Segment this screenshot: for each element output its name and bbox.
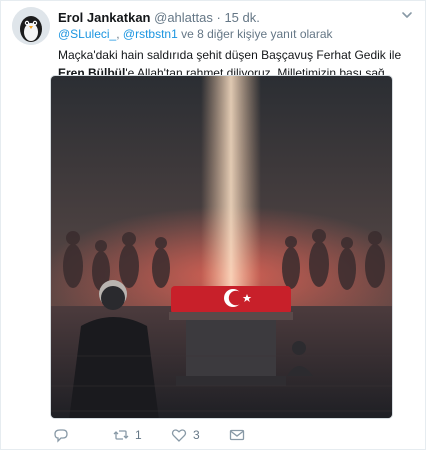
retweet-count: 1	[135, 428, 142, 442]
reply-user-link[interactable]: @SLuleci_	[58, 27, 116, 41]
reply-user-link-2[interactable]: @rstbstn1	[123, 27, 178, 41]
direct-message-icon	[229, 429, 245, 441]
reply-suffix: ve 8 diğer kişiye yanıt olarak	[181, 27, 333, 41]
author-name[interactable]: Erol Jankatkan	[58, 10, 151, 25]
reply-button[interactable]	[53, 425, 69, 445]
chevron-down-icon[interactable]	[400, 8, 414, 22]
tweet-text-part-1: Maçka'daki hain saldırıda şehit düşen Ba…	[58, 48, 402, 62]
direct-message-button[interactable]	[229, 425, 245, 445]
avatar[interactable]	[12, 7, 50, 45]
retweet-icon	[113, 430, 129, 440]
memorial-illustration	[51, 76, 392, 418]
tweet-actions: 1 3	[53, 425, 353, 445]
reply-context: @SLuleci_, @rstbstn1 ve 8 diğer kişiye y…	[58, 27, 333, 41]
header-separator: ·	[216, 10, 221, 25]
retweet-button[interactable]: 1	[113, 425, 142, 445]
tweet-header: Erol Jankatkan @ahlattas · 15 dk.	[58, 10, 260, 25]
tweet-card: Erol Jankatkan @ahlattas · 15 dk. @SLule…	[0, 0, 426, 450]
reply-icon	[54, 429, 68, 443]
heart-icon	[171, 429, 187, 442]
like-count: 3	[193, 428, 200, 442]
like-button[interactable]: 3	[171, 425, 200, 445]
tweet-time[interactable]: 15 dk.	[224, 10, 259, 25]
tweet-image[interactable]	[50, 75, 393, 419]
author-handle[interactable]: @ahlattas	[154, 10, 213, 25]
